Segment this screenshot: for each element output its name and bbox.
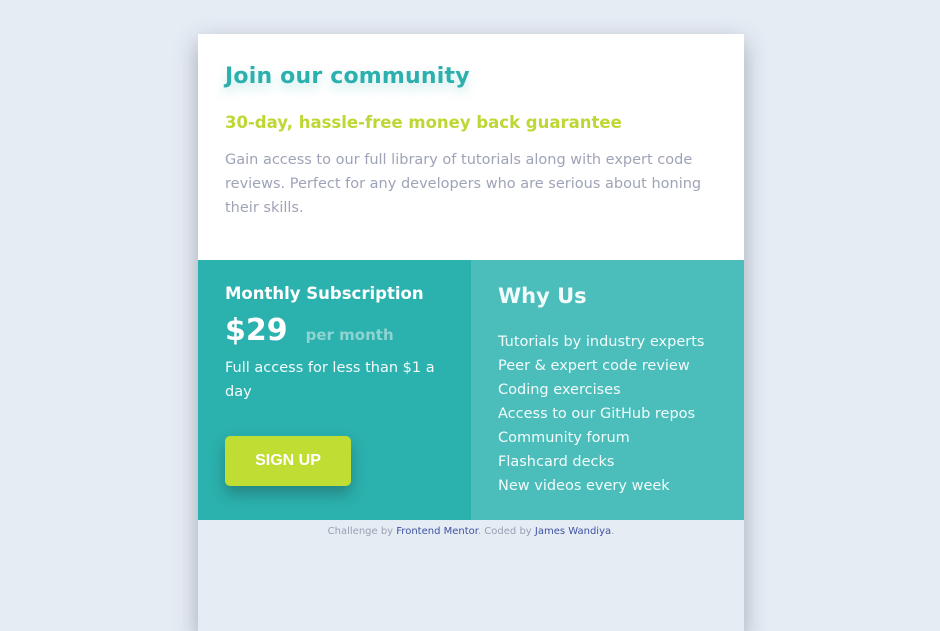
attribution-coded-prefix: . Coded by (477, 526, 535, 537)
why-us-panel: Why Us Tutorials by industry experts Pee… (471, 260, 744, 520)
list-item: Community forum (498, 430, 630, 446)
guarantee-heading: 30-day, hassle-free money back guarantee (225, 113, 622, 132)
list-item: Coding exercises (498, 382, 621, 398)
list-item: New videos every week (498, 478, 670, 494)
list-item: Access to our GitHub repos (498, 406, 696, 422)
access-text: Full access for less than $1 a day (225, 360, 435, 400)
price-amount: $29 (225, 313, 288, 348)
price-row: $29 per month (225, 313, 444, 348)
subscription-heading: Monthly Subscription (225, 284, 424, 303)
attribution-prefix: Challenge by (327, 526, 397, 537)
attribution: Challenge by Frontend Mentor. Coded by J… (198, 520, 744, 537)
intro-description: Gain access to our full library of tutor… (225, 152, 702, 216)
details-section: Monthly Subscription $29 per month Full … (198, 260, 744, 520)
author-link[interactable]: James Wandiya (535, 526, 611, 537)
frontend-mentor-link[interactable]: Frontend Mentor (396, 526, 478, 537)
intro-section: Join our community 30-day, hassle-free m… (198, 34, 744, 260)
why-us-heading: Why Us (498, 284, 587, 308)
list-item: Flashcard decks (498, 454, 615, 470)
list-item: Peer & expert code review (498, 358, 690, 374)
why-us-list: Tutorials by industry experts Peer & exp… (498, 330, 717, 498)
page-title: Join our community (225, 64, 470, 89)
list-item: Tutorials by industry experts (498, 334, 705, 350)
pricing-card: Join our community 30-day, hassle-free m… (198, 34, 744, 631)
attribution-suffix: . (611, 526, 615, 537)
price-period: per month (305, 326, 394, 344)
sign-up-button[interactable]: SIGN UP (225, 436, 351, 486)
subscription-panel: Monthly Subscription $29 per month Full … (198, 260, 471, 520)
